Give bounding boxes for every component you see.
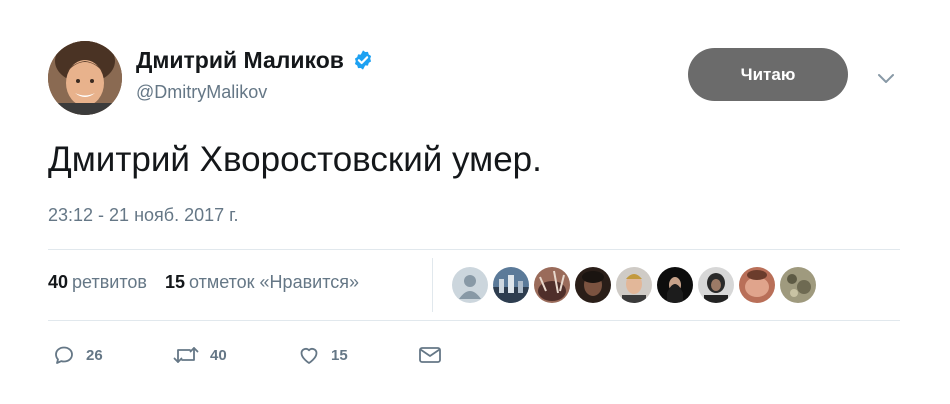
liker-avatar-icon[interactable] (493, 267, 529, 303)
retweet-icon (173, 347, 199, 363)
envelope-icon (419, 347, 441, 363)
profile-avatar[interactable] (48, 41, 122, 115)
tweet-card: Дмитрий Маликов @DmitryMalikov Читаю Дми… (0, 0, 950, 404)
retweet-button[interactable]: 40 (172, 343, 227, 367)
verified-badge-icon (354, 50, 371, 70)
likes-label[interactable]: отметок «Нравится» (189, 272, 359, 293)
retweets-label[interactable]: ретвитов (72, 272, 147, 293)
like-count: 15 (331, 346, 348, 364)
stats-separator (432, 258, 433, 312)
likes-count[interactable]: 15 (165, 272, 185, 293)
liker-avatar-icon[interactable] (657, 267, 693, 303)
liker-avatar-icon[interactable] (780, 267, 816, 303)
liker-avatar-icon[interactable] (698, 267, 734, 303)
like-button[interactable]: 15 (297, 343, 348, 367)
tweet-actions: 26 40 15 (52, 343, 472, 369)
retweets-count[interactable]: 40 (48, 272, 68, 293)
reply-button[interactable]: 26 (52, 343, 103, 367)
divider (48, 249, 900, 250)
tweet-text: Дмитрий Хворостовский умер. (48, 140, 542, 179)
tweet-timestamp[interactable]: 23:12 - 21 нояб. 2017 г. (48, 205, 239, 226)
heart-icon (300, 347, 318, 364)
liker-avatar-icon[interactable] (534, 267, 570, 303)
reply-icon (55, 346, 73, 364)
likers-avatars (452, 267, 816, 303)
tweet-stats: 40 ретвитов 15 отметок «Нравится» (48, 272, 359, 293)
direct-message-button[interactable] (417, 343, 443, 367)
default-avatar-icon[interactable] (452, 267, 488, 303)
user-name-row: Дмитрий Маликов (136, 46, 374, 74)
retweet-count: 40 (210, 346, 227, 364)
avatar-photo-icon (48, 41, 122, 115)
liker-avatar-icon[interactable] (575, 267, 611, 303)
following-button[interactable]: Читаю (688, 48, 848, 101)
divider (48, 320, 900, 321)
liker-avatar-icon[interactable] (616, 267, 652, 303)
liker-avatar-icon[interactable] (739, 267, 775, 303)
user-handle[interactable]: @DmitryMalikov (136, 82, 267, 103)
display-name[interactable]: Дмитрий Маликов (136, 46, 344, 74)
reply-count: 26 (86, 346, 103, 364)
chevron-down-icon[interactable] (874, 66, 898, 90)
